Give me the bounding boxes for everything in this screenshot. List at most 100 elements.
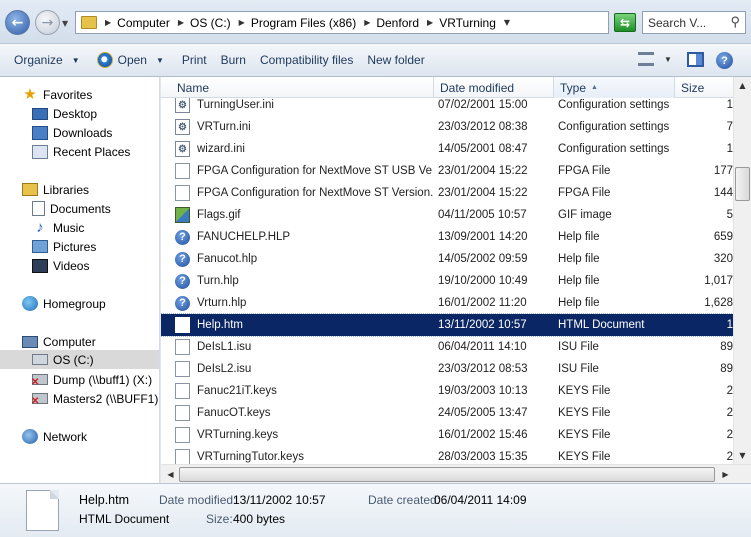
chevron-right-icon[interactable]: ▶ (364, 18, 370, 27)
open-button[interactable]: Open ▼ (96, 52, 164, 68)
file-type-cell: Help file (558, 231, 600, 243)
config-settings-icon (175, 141, 190, 157)
vertical-scroll-thumb[interactable] (735, 167, 750, 201)
nav-label: Masters2 (\\BUFF1) (Z (53, 391, 159, 406)
file-row[interactable]: DeIsL1.isu 06/04/2011 14:10 ISU File 89 (161, 336, 733, 358)
file-row[interactable]: FanucOT.keys 24/05/2005 13:47 KEYS File 2 (161, 402, 733, 424)
scroll-up-arrow-icon[interactable]: ▲ (734, 77, 751, 94)
column-header-type[interactable]: Type ▲ (554, 77, 675, 98)
horizontal-scrollbar[interactable]: ◀ ▶ (161, 464, 751, 483)
help-icon[interactable]: ? (716, 52, 733, 69)
file-row[interactable]: FPGA Configuration for NextMove ST Versi… (161, 182, 733, 204)
column-header-size[interactable]: Size (675, 77, 733, 98)
nav-label: Computer (43, 334, 96, 349)
chevron-right-icon[interactable]: ▶ (178, 18, 184, 27)
file-row[interactable]: Flags.gif 04/11/2005 10:57 GIF image 5 (161, 204, 733, 226)
file-row[interactable]: VRTurning.keys 16/01/2002 15:46 KEYS File 2 (161, 424, 733, 446)
file-date-cell: 24/05/2005 13:47 (438, 407, 528, 419)
file-date-cell: 04/11/2005 10:57 (438, 209, 527, 221)
file-row[interactable]: FPGA Configuration for NextMove ST USB V… (161, 160, 733, 182)
compatibility-files-button[interactable]: Compatibility files (260, 53, 353, 67)
nav-documents[interactable]: Documents (32, 199, 111, 218)
scroll-left-arrow-icon[interactable]: ◀ (162, 466, 179, 483)
file-row[interactable]: Help.htm 13/11/2002 10:57 HTML Document 1 (161, 313, 733, 337)
file-name-cell: ? Vrturn.hlp (175, 292, 433, 314)
nav-dump-drive[interactable]: Dump (\\buff1) (X:) (31, 370, 152, 389)
file-row[interactable]: DeIsL2.isu 23/03/2012 08:53 ISU File 89 (161, 358, 733, 380)
back-button[interactable]: ← (5, 10, 30, 35)
address-history-dropdown[interactable]: ▼ (504, 18, 510, 27)
file-row[interactable]: wizard.ini 14/05/2001 08:47 Configuration … (161, 138, 733, 160)
column-label: Size (681, 80, 705, 95)
search-icon[interactable]: ⚲ (730, 14, 740, 30)
chevron-right-icon[interactable]: ▶ (239, 18, 245, 27)
nav-os-drive[interactable]: OS (C:) (0, 350, 159, 369)
file-date-cell: 07/02/2001 15:00 (438, 99, 528, 111)
libraries-icon (22, 183, 38, 196)
config-settings-icon (175, 119, 190, 135)
column-header-name[interactable]: Name (161, 77, 434, 98)
network-icon (22, 429, 38, 444)
nav-homegroup[interactable]: Homegroup (22, 294, 106, 313)
nav-masters2-drive[interactable]: Masters2 (\\BUFF1) (Z (31, 389, 159, 408)
file-name-cell: FanucOT.keys (175, 402, 433, 424)
chevron-right-icon[interactable]: ▶ (105, 18, 111, 27)
file-name-cell: ? FANUCHELP.HLP (175, 226, 433, 248)
chevron-right-icon[interactable]: ▶ (427, 18, 433, 27)
file-row[interactable]: TurningUser.ini 07/02/2001 15:00 Configura… (161, 98, 733, 116)
refresh-button[interactable]: ⇆ (614, 13, 636, 32)
file-row[interactable]: VRTurningTutor.keys 28/03/2003 15:35 KEYS … (161, 446, 733, 464)
file-name: DeIsL1.isu (197, 341, 252, 353)
file-name: Help.htm (197, 319, 244, 331)
scroll-right-arrow-icon[interactable]: ▶ (717, 466, 734, 483)
nav-pictures[interactable]: Pictures (32, 237, 96, 256)
forward-button[interactable]: → (35, 10, 60, 35)
vertical-scrollbar[interactable]: ▲ ▼ (733, 77, 751, 464)
breadcrumb-os-drive[interactable]: OS (C:) (190, 16, 231, 30)
column-header-row: Name Date modified Type ▲ Size (161, 77, 733, 98)
file-name: Fanuc21iT.keys (197, 385, 277, 397)
scroll-down-arrow-icon[interactable]: ▼ (734, 447, 751, 464)
breadcrumb-vrturning[interactable]: VRTurning (439, 16, 496, 30)
nav-music[interactable]: ♪ Music (32, 218, 84, 237)
change-view-icon[interactable] (638, 52, 654, 66)
nav-libraries[interactable]: Libraries (22, 180, 89, 199)
nav-network[interactable]: Network (22, 427, 87, 446)
nav-videos[interactable]: Videos (32, 256, 89, 275)
file-date-cell: 23/01/2004 15:22 (438, 165, 528, 177)
file-size-cell: 1 (726, 143, 733, 155)
column-header-date-modified[interactable]: Date modified (434, 77, 554, 98)
view-options-dropdown[interactable]: ▼ (664, 55, 672, 64)
breadcrumb-computer[interactable]: Computer (117, 16, 170, 30)
file-row[interactable]: ? FANUCHELP.HLP 13/09/2001 14:20 Help file 6… (161, 226, 733, 248)
preview-pane-icon[interactable] (687, 52, 704, 67)
nav-downloads[interactable]: Downloads (32, 123, 112, 142)
file-name: Vrturn.hlp (197, 297, 247, 309)
breadcrumb-denford[interactable]: Denford (376, 16, 419, 30)
nav-favorites[interactable]: ★ Favorites (22, 85, 92, 104)
file-size-cell: 2 (726, 429, 733, 441)
nav-computer[interactable]: Computer (22, 332, 96, 351)
recent-pages-dropdown[interactable]: ▼ (62, 19, 68, 28)
breadcrumb-program-files[interactable]: Program Files (x86) (251, 16, 356, 30)
file-row[interactable]: VRTurn.ini 23/03/2012 08:38 Configuration … (161, 116, 733, 138)
search-input[interactable]: Search V... ⚲ (642, 11, 746, 34)
new-folder-button[interactable]: New folder (367, 53, 424, 67)
print-button[interactable]: Print (182, 53, 207, 67)
nav-recent-places[interactable]: Recent Places (32, 142, 130, 161)
file-size-cell: 2 (726, 451, 733, 463)
computer-icon (22, 335, 38, 348)
address-box[interactable]: ▶ Computer ▶ OS (C:) ▶ Program Files (x86) … (75, 11, 609, 34)
file-name: VRTurn.ini (197, 121, 251, 133)
horizontal-scroll-thumb[interactable] (179, 467, 715, 482)
file-date-cell: 19/03/2003 10:13 (438, 385, 528, 397)
drive-icon (32, 354, 48, 365)
file-row[interactable]: ? Turn.hlp 19/10/2000 10:49 Help file 1,017 (161, 270, 733, 292)
organize-button[interactable]: Organize ▼ (14, 53, 80, 67)
file-row[interactable]: ? Fanucot.hlp 14/05/2002 09:59 Help file 320 (161, 248, 733, 270)
file-type-cell: ISU File (558, 341, 599, 353)
burn-button[interactable]: Burn (221, 53, 246, 67)
file-row[interactable]: Fanuc21iT.keys 19/03/2003 10:13 KEYS File 2 (161, 380, 733, 402)
nav-desktop[interactable]: Desktop (32, 104, 97, 123)
file-row[interactable]: ? Vrturn.hlp 16/01/2002 11:20 Help file 1,62… (161, 292, 733, 314)
